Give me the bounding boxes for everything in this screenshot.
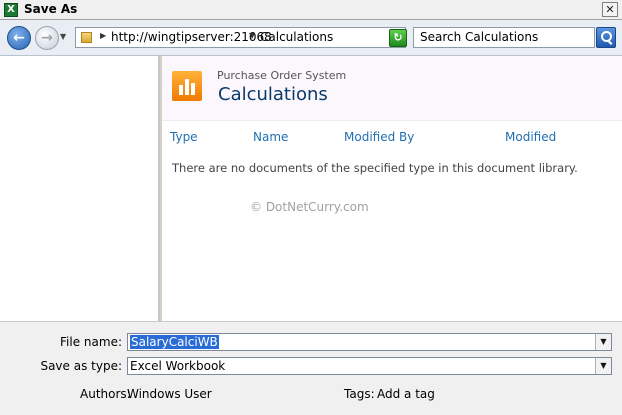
forward-button[interactable]: → bbox=[35, 26, 59, 50]
authors-label: Authors: bbox=[80, 387, 131, 401]
forward-arrow-icon: → bbox=[41, 30, 53, 46]
title-bar: X Save As ✕ bbox=[0, 0, 622, 20]
document-library-view: Purchase Order System Calculations Type … bbox=[162, 56, 622, 321]
close-button[interactable]: ✕ bbox=[602, 2, 618, 17]
tags-label: Tags: bbox=[344, 387, 375, 401]
save-type-label: Save as type: bbox=[40, 359, 122, 373]
site-name[interactable]: Purchase Order System bbox=[217, 69, 346, 82]
site-logo-icon bbox=[172, 71, 202, 101]
refresh-icon: ↻ bbox=[393, 31, 403, 44]
back-arrow-icon: ← bbox=[13, 30, 25, 46]
save-type-select[interactable]: Excel Workbook ▼ bbox=[127, 357, 612, 375]
folder-icon bbox=[81, 32, 92, 43]
empty-library-message: There are no documents of the specified … bbox=[172, 161, 578, 175]
file-name-field[interactable]: SalaryCalciWB ▼ bbox=[127, 333, 612, 351]
window-title: Save As bbox=[24, 2, 78, 16]
authors-value[interactable]: Windows User bbox=[127, 387, 212, 401]
refresh-button[interactable]: ↻ bbox=[389, 29, 407, 47]
file-name-value[interactable]: SalaryCalciWB bbox=[130, 335, 219, 349]
search-icon bbox=[601, 31, 612, 42]
watermark: © DotNetCurry.com bbox=[250, 200, 369, 214]
search-input[interactable]: Search Calculations bbox=[413, 27, 595, 48]
address-crumb-library[interactable]: Calculations bbox=[260, 30, 333, 44]
column-header-name[interactable]: Name bbox=[253, 130, 288, 144]
column-header-type[interactable]: Type bbox=[170, 130, 198, 144]
library-header: Purchase Order System Calculations bbox=[162, 56, 622, 121]
file-name-label: File name: bbox=[60, 335, 122, 349]
navigation-pane[interactable] bbox=[0, 56, 160, 321]
tags-value[interactable]: Add a tag bbox=[377, 387, 435, 401]
crumb-separator-icon[interactable]: ▶ bbox=[100, 31, 106, 40]
excel-icon: X bbox=[4, 3, 18, 17]
chevron-down-icon[interactable]: ▼ bbox=[595, 358, 611, 374]
recent-pages-dropdown-icon[interactable]: ▼ bbox=[60, 32, 66, 41]
save-type-value[interactable]: Excel Workbook bbox=[130, 359, 225, 373]
column-header-modified[interactable]: Modified bbox=[505, 130, 556, 144]
search-button[interactable] bbox=[596, 27, 616, 48]
chevron-down-icon[interactable]: ▼ bbox=[595, 334, 611, 350]
address-bar[interactable]: ▶ http://wingtipserver:21068 ▼ Calculati… bbox=[75, 27, 406, 48]
file-options-panel: File name: SalaryCalciWB ▼ Save as type:… bbox=[0, 321, 622, 415]
address-crumb-server[interactable]: http://wingtipserver:21068 bbox=[111, 30, 272, 44]
back-button[interactable]: ← bbox=[7, 26, 31, 50]
navigation-bar: ← → ▼ ▶ http://wingtipserver:21068 ▼ Cal… bbox=[0, 20, 622, 56]
crumb-separator-icon[interactable]: ▼ bbox=[249, 31, 255, 40]
column-header-modified-by[interactable]: Modified By bbox=[344, 130, 414, 144]
library-title[interactable]: Calculations bbox=[218, 84, 328, 105]
